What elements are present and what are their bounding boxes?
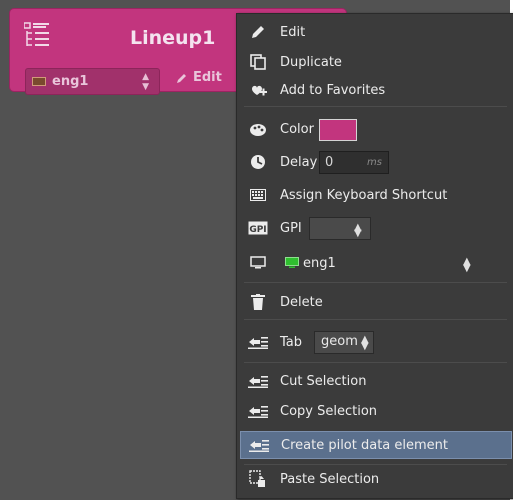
indent-icon [248,332,268,352]
menu-separator [244,106,507,107]
screen-canvas: Lineup1 eng1 ▲ ▼ Edit Edit Duplicate Add… [0,0,513,500]
menu-item-label: Tab [280,334,303,350]
menu-item-delete[interactable]: Delete [237,288,513,316]
select-arrows-icon: ▼ [361,341,369,352]
menu-item-gpi: GPI GPI ▲ ▼ [237,214,513,242]
engine-monitor-icon [285,257,299,268]
context-menu: Edit Duplicate Add to Favorites Color De… [236,13,513,499]
menu-item-label: Cut Selection [280,373,367,389]
tab-select-value: geom [321,334,358,349]
menu-item-label: Create pilot data element [281,437,449,453]
menu-item-label: Delay [280,154,318,170]
engine-dropdown[interactable]: eng1 ▲ ▼ [285,249,475,277]
card-edit-button[interactable]: Edit [176,70,222,85]
gpi-select[interactable]: ▲ ▼ [309,217,371,240]
menu-item-color[interactable]: Color [237,115,513,143]
menu-item-add-favorites[interactable]: Add to Favorites [237,76,513,104]
menu-item-duplicate[interactable]: Duplicate [237,48,513,76]
card-edit-label: Edit [193,70,222,85]
menu-item-label: Duplicate [280,54,342,70]
menu-item-paste-selection[interactable]: Paste Selection [237,465,513,493]
select-arrows-icon: ▼ [354,228,362,239]
monitor-icon [248,253,268,273]
select-arrows-icon: ▼ [463,263,471,274]
menu-item-engine[interactable]: eng1 ▲ ▼ [237,249,513,277]
menu-separator [244,282,507,283]
gpi-icon-text: GPI [249,225,266,235]
indent-icon [248,401,268,421]
color-swatch[interactable] [319,119,357,141]
menu-item-create-pilot-data-element[interactable]: Create pilot data element [240,431,512,459]
lineup-panel: Lineup1 eng1 ▲ ▼ Edit Edit Duplicate Add… [0,0,513,500]
tab-select[interactable]: geom ▲ ▼ [314,331,374,354]
engine-select[interactable]: eng1 ▲ ▼ [25,68,160,95]
menu-item-label: Delete [280,294,323,310]
lineup-title: Lineup1 [130,27,216,49]
menu-item-assign-shortcut[interactable]: Assign Keyboard Shortcut [237,181,513,209]
lineup-list-icon [24,22,49,46]
clock-icon [248,152,268,172]
pencil-icon [177,73,186,83]
palette-icon [248,119,268,139]
menu-item-tab: Tab geom ▲ ▼ [237,328,513,356]
menu-separator [244,319,507,320]
menu-item-cut-selection[interactable]: Cut Selection [237,367,513,395]
indent-icon [249,435,269,455]
pencil-icon [248,22,268,42]
delay-value: 0 [325,155,334,170]
menu-item-edit[interactable]: Edit [237,18,513,46]
menu-item-label: Copy Selection [280,403,378,419]
add-favorites-icon [248,80,268,100]
trash-icon [248,292,268,312]
engine-dropdown-value: eng1 [303,255,336,271]
monitor-icon [32,76,46,86]
delay-unit: ms [367,157,382,168]
select-arrows-icon: ▲ ▼ [142,71,149,92]
keyboard-icon [248,185,268,205]
menu-item-label: Edit [280,24,306,40]
menu-item-copy-selection[interactable]: Copy Selection [237,397,513,425]
menu-item-label: Color [280,121,314,137]
duplicate-icon [248,52,268,72]
delay-input[interactable]: 0 ms [319,151,389,174]
indent-icon [248,371,268,391]
gpi-icon: GPI [248,218,268,238]
paste-icon [248,469,268,489]
menu-item-label: GPI [280,220,302,236]
menu-item-label: Paste Selection [280,471,380,487]
menu-separator [244,362,507,363]
menu-item-delay: Delay 0 ms [237,148,513,176]
engine-select-label: eng1 [52,74,89,89]
menu-item-label: Add to Favorites [280,82,386,98]
menu-item-label: Assign Keyboard Shortcut [280,187,448,203]
